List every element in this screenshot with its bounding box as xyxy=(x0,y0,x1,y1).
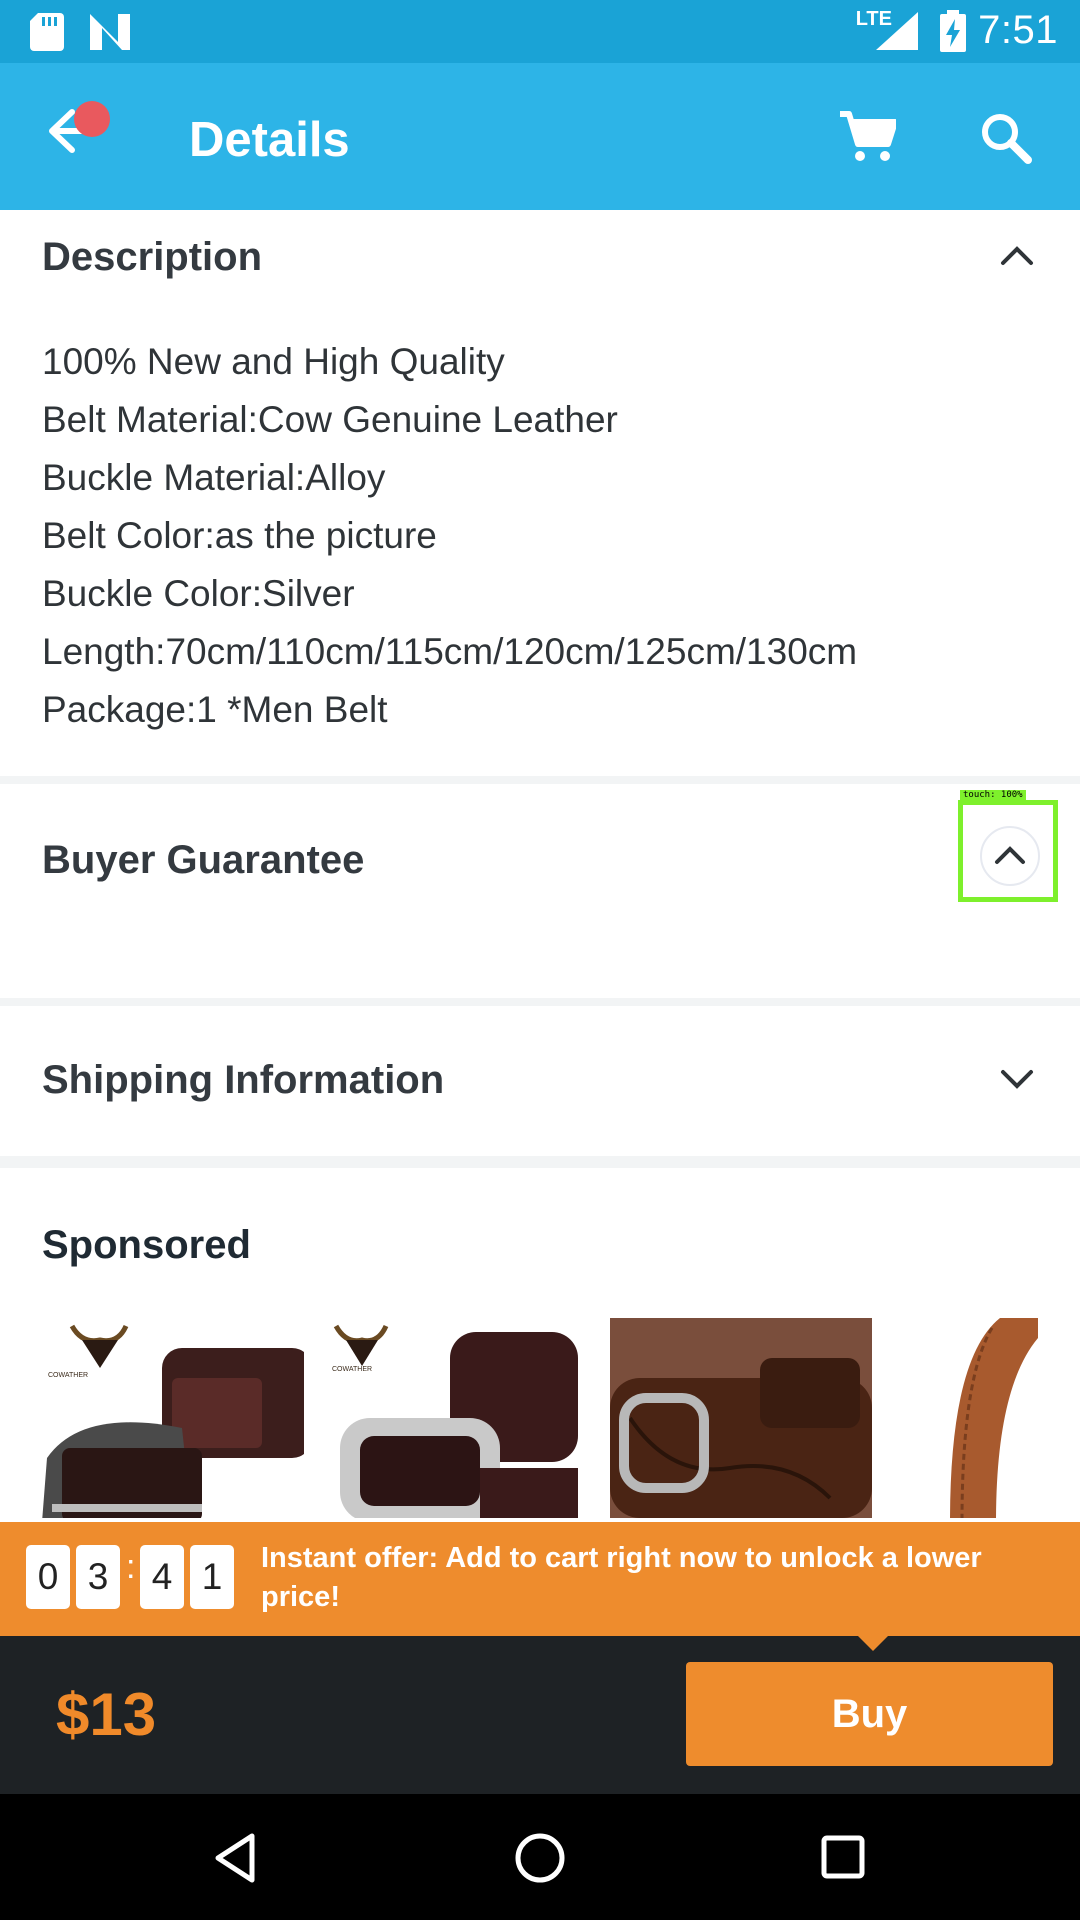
shipping-title: Shipping Information xyxy=(42,1058,445,1102)
buyer-guarantee-title: Buyer Guarantee xyxy=(42,838,365,882)
description-line: Belt Material:Cow Genuine Leather xyxy=(42,399,618,440)
chevron-down-icon[interactable] xyxy=(1000,1068,1034,1090)
belt-image xyxy=(610,1318,872,1518)
sponsored-product-3[interactable] xyxy=(610,1318,872,1518)
divider xyxy=(0,1156,1080,1168)
countdown-digit: 3 xyxy=(76,1545,120,1609)
belt-image xyxy=(950,1318,1038,1518)
description-line: Buckle Color:Silver xyxy=(42,573,355,614)
description-line: Length:70cm/110cm/115cm/120cm/125cm/130c… xyxy=(42,631,858,672)
offer-pointer xyxy=(856,1634,890,1651)
clock: 7:51 xyxy=(978,8,1058,52)
sponsored-product-2[interactable]: COWATHER xyxy=(330,1318,578,1518)
description-line: 100% New and High Quality xyxy=(42,341,505,382)
brand-logo-text: COWATHER xyxy=(332,1366,373,1373)
home-nav-icon[interactable] xyxy=(514,1832,566,1884)
search-icon[interactable] xyxy=(980,112,1032,164)
sponsored-product-4[interactable] xyxy=(900,1318,1038,1518)
belt-image xyxy=(333,1324,578,1518)
description-line: Package:1 *Men Belt xyxy=(42,689,388,730)
app-bar xyxy=(0,63,1080,210)
countdown-digit: 1 xyxy=(190,1545,234,1609)
sd-card-icon xyxy=(30,13,64,51)
countdown-separator: : xyxy=(126,1548,136,1586)
divider xyxy=(0,776,1080,784)
description-line: Belt Color:as the picture xyxy=(42,515,437,556)
description-title: Description xyxy=(42,235,263,279)
status-bar: LTE 7:51 xyxy=(0,0,1080,63)
countdown-digit: 0 xyxy=(26,1545,70,1609)
recents-nav-icon[interactable] xyxy=(820,1834,866,1880)
touch-indicator xyxy=(958,800,1058,902)
instant-offer-text: Instant offer: Add to cart right now to … xyxy=(261,1542,982,1613)
countdown-digit: 4 xyxy=(140,1545,184,1609)
brand-logo-text: COWATHER xyxy=(48,1372,89,1379)
notification-n-icon xyxy=(90,14,130,50)
sponsored-title: Sponsored xyxy=(42,1223,251,1267)
cart-icon[interactable] xyxy=(840,110,896,162)
chevron-up-icon[interactable] xyxy=(1000,244,1034,266)
notification-dot xyxy=(74,101,110,137)
signal-icon xyxy=(876,12,918,50)
battery-charging-icon xyxy=(940,10,966,52)
page-title: Details xyxy=(189,113,350,167)
price: $13 xyxy=(56,1681,157,1748)
back-nav-icon[interactable] xyxy=(212,1832,258,1884)
belt-image xyxy=(42,1324,304,1518)
sponsored-product-1[interactable]: COWATHER xyxy=(42,1318,304,1518)
buy-button[interactable]: Buy xyxy=(686,1662,1053,1766)
description-line: Buckle Material:Alloy xyxy=(42,457,386,498)
touch-indicator-label: touch: 100% xyxy=(960,790,1026,800)
divider xyxy=(0,998,1080,1006)
